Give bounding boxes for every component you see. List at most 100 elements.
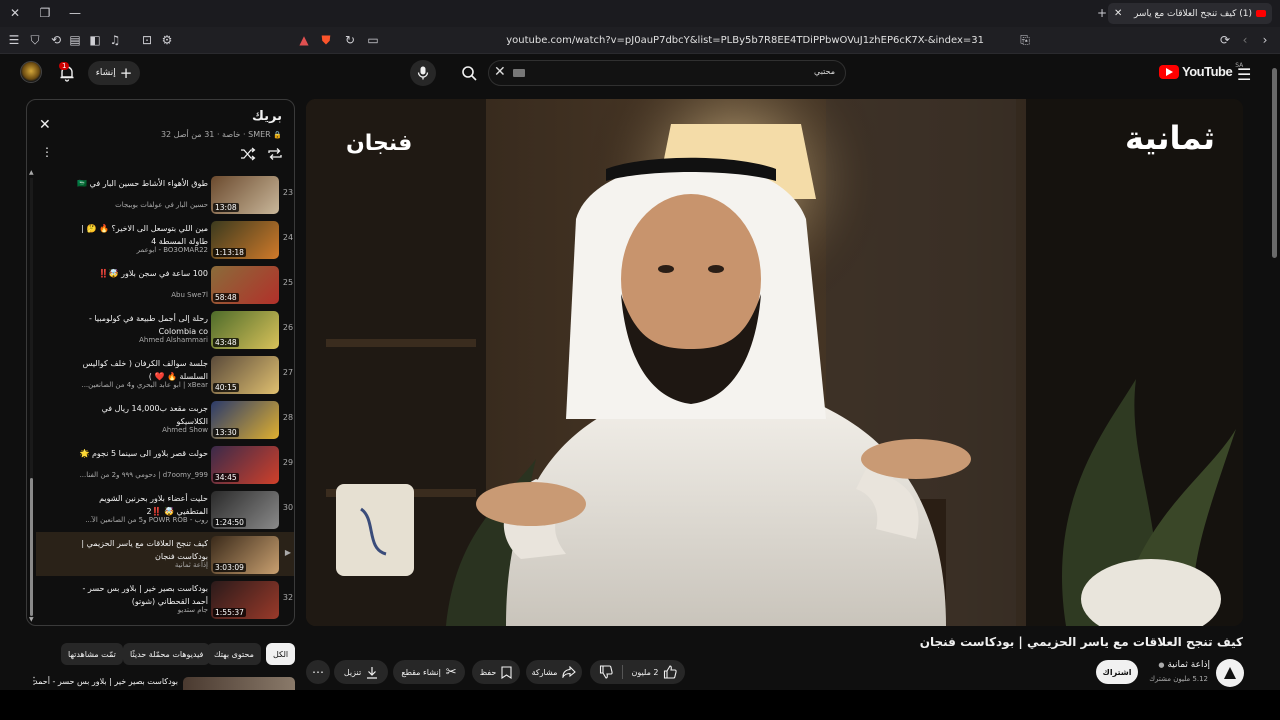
scissors-icon: ✂	[445, 664, 457, 680]
more-actions-button[interactable]: ⋯	[306, 660, 330, 684]
playlist-item-thumbnail[interactable]: 1:24:50	[211, 491, 279, 529]
playlist-item-title: جلسة سوالف الكرفان ( خلف كواليس السلسلة …	[82, 359, 208, 381]
bookmark-save-icon	[501, 665, 512, 679]
playlist-item-thumbnail[interactable]: 58:48	[211, 266, 279, 304]
shield-icon[interactable]: ⛉	[27, 32, 43, 48]
search-icon	[462, 66, 477, 81]
download-button[interactable]: تنزيل	[334, 660, 388, 684]
playlist-title: بريك	[252, 109, 282, 124]
like-button[interactable]: 2 مليون	[632, 665, 677, 679]
video-frame	[306, 99, 1243, 626]
chip-recently-uploaded[interactable]: فيديوهات محمّلة حديثًا	[123, 643, 211, 665]
address-bar[interactable]: youtube.com/watch?v=pJ0auP7dbcY&list=PLB…	[400, 31, 1040, 50]
playlist-item-title: جربت مقعد ب14,000 ريال في الكلاسيكو	[101, 404, 208, 426]
shuffle-icon[interactable]	[240, 147, 256, 161]
refresh-icon[interactable]: ⟳	[1217, 32, 1233, 48]
playlist-item[interactable]: 26 43:48 رحلة إلى أجمل طبيعة في كولومبيا -…	[36, 307, 294, 351]
playlist-scrollbar[interactable]	[30, 178, 33, 618]
playlist-item[interactable]: 23 13:08 طوق الأهواء الأشاط حسين البار في …	[36, 172, 294, 216]
playlist-item-thumbnail[interactable]: 1:13:18	[211, 221, 279, 259]
back-icon[interactable]: ‹	[1237, 32, 1253, 48]
next-video-item[interactable]: ⋮ بودكاست بصير خير | بلاور بس حسر - أحمد	[26, 676, 295, 690]
playlist-item-channel: BO3OMAR22 - ابوعمر	[136, 246, 208, 254]
cast-icon[interactable]: ▭	[365, 32, 381, 48]
playlist-item-title: بودكاست بصير خير | بلاور بس حسر - أحمد ا…	[82, 584, 208, 606]
loop-icon[interactable]	[267, 147, 283, 161]
close-playlist-icon[interactable]: ✕	[39, 117, 51, 133]
playlist-item-title: حليت أعضاء بلاور بحرنين الشويم المتطفيي …	[99, 494, 208, 516]
clear-search-icon[interactable]: ✕	[494, 64, 506, 80]
playlist-item-channel: Ahmed Alshammari	[139, 336, 208, 344]
reload-icon[interactable]: ↻	[342, 32, 358, 48]
playlist-item-current[interactable]: ▶ 3:03:09 كيف تنجح العلاقات مع ياسر الحزيم…	[36, 532, 294, 576]
playlist-item-thumbnail[interactable]: 43:48	[211, 311, 279, 349]
playlist-item-duration: 1:55:37	[213, 608, 246, 617]
playlist-item[interactable]: 27 40:15 جلسة سوالف الكرفان ( خلف كواليس ا…	[36, 352, 294, 396]
channel-avatar[interactable]	[1216, 659, 1244, 687]
keyboard-icon[interactable]	[513, 69, 525, 77]
restore-window-icon[interactable]: ❐	[37, 5, 53, 21]
notifications-button[interactable]: 1	[58, 62, 76, 82]
lock-icon: 🔒	[273, 131, 282, 139]
playlist-item-thumbnail[interactable]: 13:30	[211, 401, 279, 439]
account-avatar[interactable]	[20, 61, 42, 83]
search-input[interactable]: محتبي	[814, 67, 835, 76]
playlist-item[interactable]: 32 1:55:37 بودكاست بصير خير | بلاور بس حسر…	[36, 577, 294, 621]
playlist-item[interactable]: 24 1:13:18 مين اللي بتوسعل الى الاخير؟ 🔥 🤔…	[36, 217, 294, 261]
search-button[interactable]	[450, 60, 488, 86]
extensions-icon[interactable]: ⚙	[159, 32, 175, 48]
youtube-logo[interactable]: YouTube SA	[1159, 62, 1243, 79]
playlist-item-index: 30	[282, 503, 294, 512]
chip-watched[interactable]: تمّت مشاهدتها	[61, 643, 123, 665]
search-box[interactable]: محتبي ✕	[488, 60, 846, 86]
voice-search-button[interactable]	[410, 60, 436, 86]
next-video-thumbnail	[183, 677, 295, 690]
tabs-icon[interactable]: ▤	[67, 32, 83, 48]
playlist-item-thumbnail[interactable]: 1:55:37	[211, 581, 279, 619]
history-icon[interactable]: ⟲	[48, 32, 64, 48]
playlist-item-index: 26	[282, 323, 294, 332]
share-button[interactable]: مشاركة	[526, 660, 582, 684]
sidebar-icon[interactable]: ◧	[87, 32, 103, 48]
brave-rewards-icon[interactable]: ▲	[296, 32, 312, 48]
playlist-scroll-thumb[interactable]	[30, 478, 33, 616]
browser-tab[interactable]: (1) كيف تنجح العلاقات مع ياسر ✕	[1108, 3, 1272, 24]
subscriber-count: 5.12 مليون مشترك	[1149, 675, 1208, 683]
save-button[interactable]: حفظ	[472, 660, 520, 684]
playlist-item-thumbnail[interactable]: 34:45	[211, 446, 279, 484]
playlist-item-duration: 43:48	[213, 338, 239, 347]
scroll-up-icon[interactable]: ▲	[29, 169, 34, 176]
close-window-icon[interactable]: ✕	[7, 5, 23, 21]
forward-icon[interactable]: ›	[1257, 32, 1273, 48]
playlist-item-thumbnail[interactable]: 40:15	[211, 356, 279, 394]
playlist-more-icon[interactable]: ⋮	[41, 146, 53, 158]
page-scrollbar[interactable]	[1271, 58, 1279, 688]
tab-close-icon[interactable]: ✕	[1114, 8, 1122, 19]
subscribe-button[interactable]: اشتراك	[1096, 660, 1138, 684]
screenshot-icon[interactable]: ⊡	[139, 32, 155, 48]
playlist-item-index: 29	[282, 458, 294, 467]
playlist-item-index: 23	[282, 188, 294, 197]
playlist-item[interactable]: 25 58:48 100 ساعة في سجن بلاور 🤯‼️ Abu Swe7…	[36, 262, 294, 306]
brave-shield-icon[interactable]: ⛊	[318, 32, 334, 48]
playlist-item[interactable]: 28 13:30 جربت مقعد ب14,000 ريال في الكلاسي…	[36, 397, 294, 441]
menu-icon[interactable]: ☰	[6, 32, 22, 48]
playlist-item-thumbnail[interactable]: 3:03:09	[211, 536, 279, 574]
clip-button[interactable]: ✂ إنشاء مقطع	[393, 660, 465, 684]
channel-name[interactable]: إذاعة ثمانية ●	[1158, 660, 1210, 670]
scroll-down-icon[interactable]: ▼	[29, 616, 34, 623]
playlist-item-channel: إذاعة ثمانية	[174, 561, 208, 569]
create-button[interactable]: + إنشاء	[88, 61, 140, 85]
chip-related[interactable]: محتوى بهتك	[207, 643, 261, 665]
page-scroll-thumb[interactable]	[1272, 68, 1277, 258]
playlist-item[interactable]: 29 34:45 حولت قصر بلاور الى سينما 5 نجوم 🌟…	[36, 442, 294, 486]
minimize-window-icon[interactable]: —	[67, 5, 83, 21]
playlist-item-thumbnail[interactable]: 13:08	[211, 176, 279, 214]
playlist-item-duration: 58:48	[213, 293, 239, 302]
dislike-button[interactable]	[599, 665, 613, 679]
playlist-item[interactable]: 30 1:24:50 حليت أعضاء بلاور بحرنين الشويم …	[36, 487, 294, 531]
video-player[interactable]: ثمانية فنجان	[306, 99, 1243, 626]
playlist-item-index: 25	[282, 278, 294, 287]
chip-all[interactable]: الكل	[266, 643, 296, 665]
music-icon[interactable]: ♫	[107, 32, 123, 48]
